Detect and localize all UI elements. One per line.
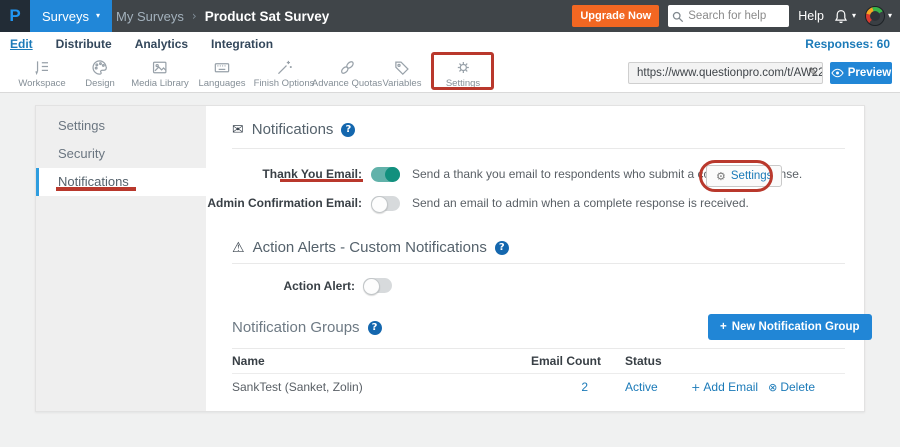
admin-confirmation-email-label: Admin Confirmation Email: bbox=[180, 196, 362, 211]
avatar bbox=[865, 6, 885, 26]
chevron-down-icon: ▾ bbox=[888, 12, 892, 20]
bell-icon bbox=[833, 8, 849, 25]
breadcrumb: My Surveys › Product Sat Survey bbox=[116, 0, 329, 32]
toolbar-item-media-library[interactable]: Media Library bbox=[131, 58, 189, 89]
sidebar-item-security[interactable]: Security bbox=[36, 140, 206, 168]
divider bbox=[232, 263, 845, 264]
help-link[interactable]: Help bbox=[798, 9, 824, 23]
magic-wand-icon bbox=[274, 58, 293, 77]
divider bbox=[232, 348, 845, 349]
help-icon[interactable]: ? bbox=[368, 321, 382, 335]
account-menu[interactable]: ▾ bbox=[865, 6, 892, 26]
preview-label: Preview bbox=[848, 67, 891, 79]
plus-icon: + bbox=[720, 321, 727, 333]
questionpro-logo[interactable]: P bbox=[0, 0, 30, 32]
group-row-email-count-link[interactable]: 2 bbox=[480, 380, 588, 394]
toolbar-item-variables[interactable]: Variables bbox=[383, 58, 422, 89]
column-header-email-count: Email Count bbox=[480, 354, 601, 368]
group-row-status-link[interactable]: Active bbox=[625, 380, 658, 394]
tab-analytics[interactable]: Analytics bbox=[135, 37, 188, 51]
action-alerts-section-header: ⚠ Action Alerts - Custom Notifications ? bbox=[232, 239, 509, 256]
action-alerts-section-title: Action Alerts - Custom Notifications bbox=[253, 239, 487, 256]
questionpro-settings-page: P Surveys ▾ My Surveys › Product Sat Sur… bbox=[0, 0, 900, 447]
help-icon[interactable]: ? bbox=[495, 241, 509, 255]
notification-groups-section-header: Notification Groups ? bbox=[232, 319, 382, 336]
thank-you-email-toggle[interactable] bbox=[371, 167, 400, 182]
tab-integration[interactable]: Integration bbox=[211, 37, 273, 51]
tab-distribute[interactable]: Distribute bbox=[56, 37, 112, 51]
edit-url-icon[interactable]: ✎ bbox=[808, 65, 818, 79]
divider bbox=[232, 373, 845, 374]
notifications-section-header: ✉ Notifications ? bbox=[232, 121, 355, 138]
thank-you-email-label: Thank You Email: bbox=[210, 167, 362, 182]
delete-icon: ⊗ bbox=[768, 381, 777, 394]
admin-confirmation-email-toggle[interactable] bbox=[371, 196, 400, 211]
preview-button[interactable]: Preview bbox=[830, 62, 892, 84]
breadcrumb-my-surveys[interactable]: My Surveys bbox=[116, 9, 184, 24]
thank-you-settings-button[interactable]: ⚙ Settings bbox=[706, 165, 782, 187]
group-row-name: SankTest (Sanket, Zolin) bbox=[232, 380, 363, 394]
responses-count[interactable]: Responses: 60 bbox=[805, 32, 890, 56]
action-alert-toggle[interactable] bbox=[363, 278, 392, 293]
product-menu-surveys[interactable]: Surveys ▾ bbox=[30, 0, 112, 32]
settings-sidebar: Settings Security Notifications bbox=[36, 106, 206, 411]
help-icon[interactable]: ? bbox=[341, 123, 355, 137]
toolbar-item-design[interactable]: Design bbox=[85, 58, 115, 89]
warning-icon: ⚠ bbox=[232, 240, 245, 256]
group-row-actions: + Add Email ⊗ Delete bbox=[690, 380, 815, 394]
notifications-section-title: Notifications bbox=[252, 121, 334, 138]
notifications-bell[interactable]: ▾ bbox=[833, 8, 856, 25]
top-bar: P Surveys ▾ My Surveys › Product Sat Sur… bbox=[0, 0, 900, 32]
toolbar-item-workspace[interactable]: Workspace bbox=[18, 58, 65, 89]
toolbar-item-settings[interactable]: Settings bbox=[446, 58, 480, 89]
product-menu-label: Surveys bbox=[42, 9, 89, 24]
add-email-link[interactable]: + Add Email bbox=[691, 380, 758, 394]
new-notification-group-button[interactable]: + New Notification Group bbox=[708, 314, 872, 340]
gear-icon bbox=[453, 58, 472, 77]
upgrade-now-button[interactable]: Upgrade Now bbox=[572, 5, 659, 27]
admin-confirmation-email-desc: Send an email to admin when a complete r… bbox=[412, 196, 749, 211]
toolbar-item-finish-options[interactable]: Finish Options bbox=[254, 58, 315, 89]
column-header-name: Name bbox=[232, 354, 265, 368]
tag-icon bbox=[393, 58, 412, 77]
sidebar-item-notifications[interactable]: Notifications bbox=[36, 168, 206, 196]
palette-icon bbox=[90, 58, 109, 77]
keyboard-icon bbox=[213, 58, 232, 77]
survey-nav-row: Edit Distribute Analytics Integration Re… bbox=[0, 32, 900, 56]
search-icon bbox=[672, 10, 684, 28]
eye-icon bbox=[831, 68, 844, 78]
toolbar-item-languages[interactable]: Languages bbox=[198, 58, 245, 89]
logo-letter: P bbox=[9, 6, 20, 26]
divider bbox=[232, 148, 845, 149]
toolbar-item-advance-quotas[interactable]: Advance Quotas bbox=[312, 58, 382, 89]
settings-card: Settings Security Notifications bbox=[35, 105, 865, 412]
new-notification-group-label: New Notification Group bbox=[732, 321, 860, 333]
survey-tabs: Edit Distribute Analytics Integration bbox=[10, 32, 273, 56]
sidebar-item-settings[interactable]: Settings bbox=[36, 112, 206, 140]
search-input[interactable] bbox=[688, 5, 786, 27]
top-bar-right: Upgrade Now Help ▾ ▾ bbox=[572, 0, 892, 32]
delete-link[interactable]: ⊗ Delete bbox=[768, 380, 815, 394]
notification-groups-title: Notification Groups bbox=[232, 319, 360, 336]
survey-url-field[interactable]: https://www.questionpro.com/t/AW22ZcC bbox=[628, 62, 823, 84]
breadcrumb-current-survey: Product Sat Survey bbox=[205, 9, 330, 24]
tab-edit[interactable]: Edit bbox=[10, 37, 33, 51]
chevron-down-icon: ▾ bbox=[852, 12, 856, 20]
plus-icon: + bbox=[691, 381, 700, 394]
gear-icon: ⚙ bbox=[716, 170, 726, 183]
chevron-down-icon: ▾ bbox=[96, 12, 100, 20]
image-icon bbox=[151, 58, 170, 77]
settings-button-label: Settings bbox=[731, 170, 773, 182]
help-search-box[interactable] bbox=[668, 5, 789, 27]
action-alert-label: Action Alert: bbox=[230, 279, 355, 294]
workspace-icon bbox=[33, 58, 52, 77]
chain-links-icon bbox=[338, 58, 357, 77]
envelope-icon: ✉ bbox=[232, 122, 244, 138]
breadcrumb-separator-icon: › bbox=[192, 9, 197, 23]
survey-toolbar: Workspace Design Media Library Languages… bbox=[0, 56, 900, 93]
column-header-status: Status bbox=[625, 354, 662, 368]
